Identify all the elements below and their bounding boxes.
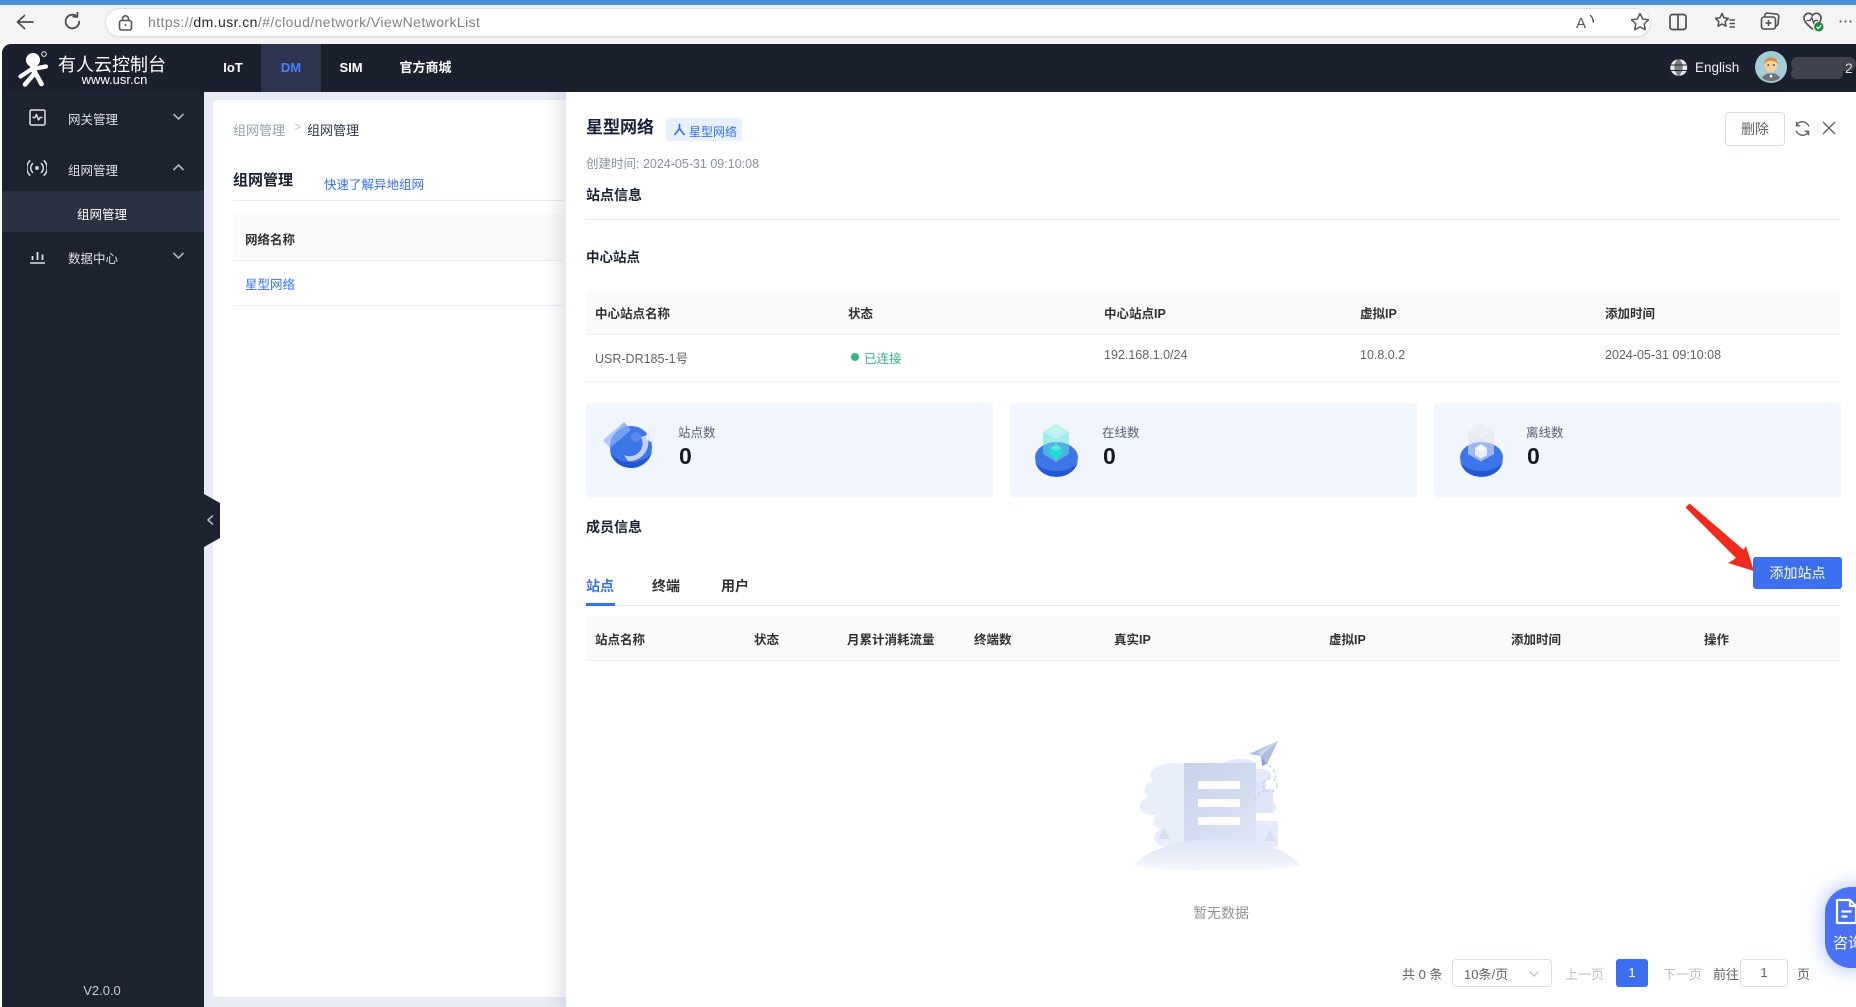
svg-text:A: A	[1576, 15, 1586, 31]
